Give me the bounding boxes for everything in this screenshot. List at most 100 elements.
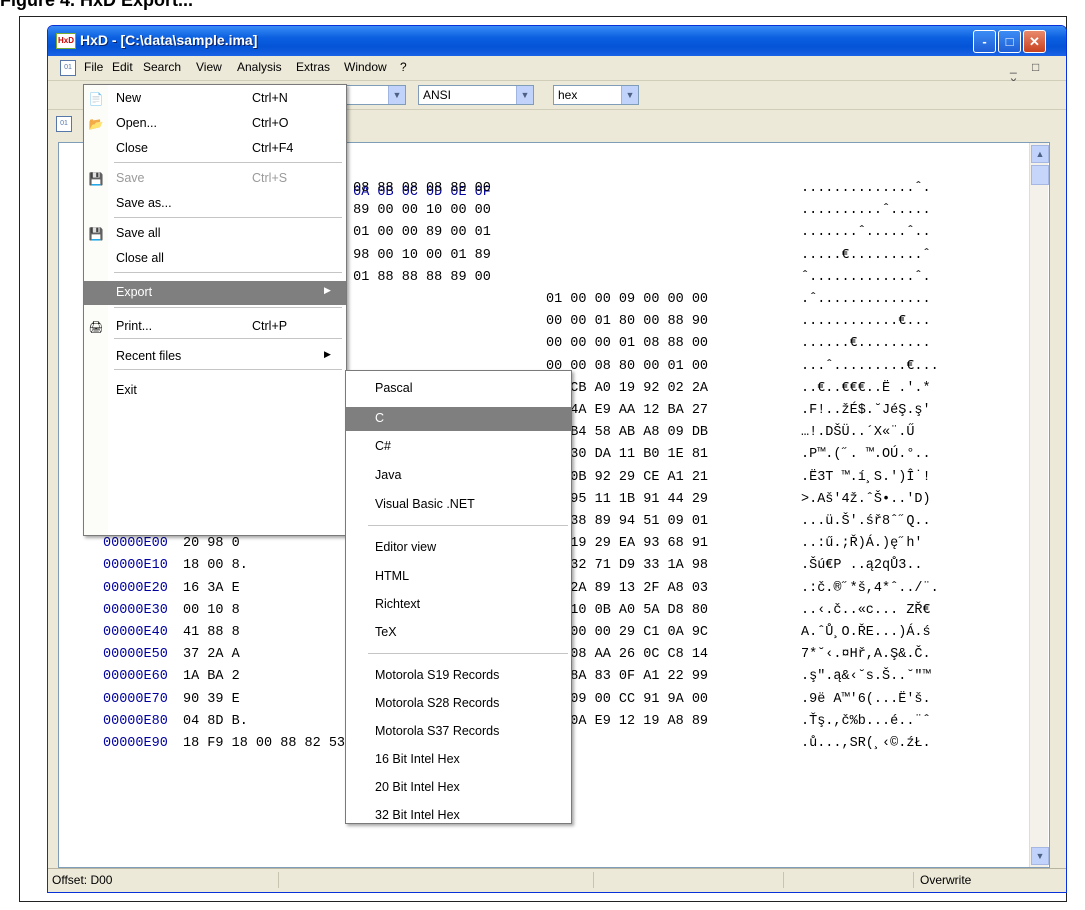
row-ascii[interactable]: 7*˘‹.¤Hř,A.Ş&.Č. <box>801 647 931 662</box>
file-menu-item-save-all[interactable]: 💾 Save all <box>84 222 346 246</box>
export-menu-item-richtext[interactable]: Richtext <box>346 593 571 617</box>
row-ascii[interactable]: .F!..žÉ$.˘JéŞ.ş' <box>801 403 931 418</box>
row-offset: 00000E00 <box>103 536 168 552</box>
scroll-up-icon[interactable]: ▲ <box>1031 145 1049 163</box>
charset-select[interactable]: ANSI ▼ <box>418 85 534 105</box>
submenu-arrow-icon: ▶ <box>324 349 331 359</box>
menu-view[interactable]: View <box>196 60 222 74</box>
file-menu-item-print[interactable]: 🖨 Print... Ctrl+P <box>84 315 346 339</box>
row-hex-bytes-right[interactable]: 00 00 00 01 08 88 00 <box>546 336 708 351</box>
menu-edit[interactable]: Edit <box>112 60 133 74</box>
file-menu-item-close-all[interactable]: Close all <box>84 247 346 271</box>
row-ascii[interactable]: ...ˆ.........€... <box>801 359 939 374</box>
menu-separator <box>114 338 342 339</box>
row-hex-bytes[interactable]: 20 98 0 <box>183 536 240 551</box>
row-hex-bytes[interactable]: 1A BA 2 <box>183 669 240 684</box>
row-hex-bytes[interactable]: 18 00 8. <box>183 558 248 573</box>
row-ascii[interactable]: A.ˆŮ¸O.ŘE...)Á.ś <box>801 625 931 640</box>
menu-file[interactable]: File <box>84 60 103 74</box>
menu-item-label: Save <box>116 171 145 185</box>
title-bar[interactable]: HxD HxD - [C:\data\sample.ima] - □ ✕ <box>48 26 1066 56</box>
row-ascii[interactable]: ...ü.Š'.śř8ˆ˝Q.. <box>801 514 931 529</box>
row-hex-bytes-right[interactable]: 00 00 01 80 00 88 90 <box>546 314 708 329</box>
row-hex-bytes[interactable]: 16 3A E <box>183 581 240 596</box>
vertical-scrollbar[interactable]: ▲ ▼ <box>1029 143 1049 867</box>
export-menu-item-pascal[interactable]: Pascal <box>346 377 571 401</box>
row-ascii[interactable]: ..............ˆ. <box>801 181 931 196</box>
export-menu-item-16-bit-intel-hex[interactable]: 16 Bit Intel Hex <box>346 748 571 772</box>
offset-base-select[interactable]: hex ▼ <box>553 85 639 105</box>
row-ascii[interactable]: .....€.........ˆ <box>801 248 931 263</box>
menu-item-icon <box>88 196 104 212</box>
row-ascii[interactable]: .P™.(˝. ™.OÚ.°.. <box>801 447 931 462</box>
export-menu-item-tex[interactable]: TeX <box>346 621 571 645</box>
row-ascii[interactable]: .ˆ.............. <box>801 292 931 307</box>
menu-item-label: HTML <box>375 569 410 583</box>
menu-item-icon: 📂 <box>88 117 104 131</box>
menu-search[interactable]: Search <box>143 60 181 74</box>
offset-base-value: hex <box>558 88 578 102</box>
row-ascii[interactable]: .ş".ą&‹˘s.Š..˘"™ <box>801 669 931 684</box>
export-menu-item-html[interactable]: HTML <box>346 565 571 589</box>
menu-help[interactable]: ? <box>400 60 407 74</box>
export-menu-item-c[interactable]: C <box>346 407 571 431</box>
row-ascii[interactable]: ..‹.č..«c... ZŘ€ <box>801 603 931 618</box>
menu-window[interactable]: Window <box>344 60 387 74</box>
file-menu-item-open[interactable]: 📂 Open... Ctrl+O <box>84 112 346 136</box>
row-ascii[interactable]: …!.DŠÜ..´X«¨.Ű <box>801 425 914 440</box>
row-ascii[interactable]: .Ë3T ™.í¸S.')Î˙! <box>801 470 931 485</box>
row-hex-bytes[interactable]: 37 2A A <box>183 647 240 662</box>
menu-item-icon: 📄 <box>88 92 104 106</box>
submenu-arrow-icon: ▶ <box>324 285 331 295</box>
export-menu-item-motorola-s28-records[interactable]: Motorola S28 Records <box>346 692 571 716</box>
export-menu-item-editor-view[interactable]: Editor view <box>346 536 571 560</box>
document-tab-icon[interactable]: 01 <box>56 116 72 132</box>
row-hex-bytes[interactable]: 90 39 E <box>183 692 240 707</box>
menu-extras[interactable]: Extras <box>296 60 330 74</box>
scroll-thumb[interactable] <box>1031 165 1049 185</box>
chevron-down-icon[interactable]: ▼ <box>516 86 533 104</box>
export-menu-item-32-bit-intel-hex[interactable]: 32 Bit Intel Hex <box>346 804 571 828</box>
row-ascii[interactable]: ..€..€€€..Ë .'.* <box>801 381 931 396</box>
row-ascii[interactable]: ..........ˆ..... <box>801 203 931 218</box>
minimize-button[interactable]: - <box>973 30 996 53</box>
row-hex-bytes[interactable]: 41 88 8 <box>183 625 240 640</box>
row-hex-bytes-right[interactable]: 01 00 00 09 00 00 00 <box>546 292 708 307</box>
row-ascii[interactable]: .Ťş.,č%b...é..¨ˆ <box>801 714 931 729</box>
file-menu-item-save-as[interactable]: Save as... <box>84 192 346 216</box>
export-menu-item-visual-basic-net[interactable]: Visual Basic .NET <box>346 493 571 517</box>
row-offset: 00000E10 <box>103 558 168 574</box>
file-menu-item-close[interactable]: Close Ctrl+F4 <box>84 137 346 161</box>
file-menu-item-new[interactable]: 📄 New Ctrl+N <box>84 87 346 111</box>
export-menu-item-java[interactable]: Java <box>346 464 571 488</box>
chevron-down-icon[interactable]: ▼ <box>388 86 405 104</box>
file-menu-item-export[interactable]: Export ▶ <box>84 281 346 305</box>
file-menu-item-exit[interactable]: Exit <box>84 379 346 403</box>
row-ascii[interactable]: .......ˆ.....ˆ.. <box>801 225 931 240</box>
export-menu-item-motorola-s19-records[interactable]: Motorola S19 Records <box>346 664 571 688</box>
row-ascii[interactable]: .Šú€P ..ą2qŮ3.. <box>801 558 923 573</box>
scroll-down-icon[interactable]: ▼ <box>1031 847 1049 865</box>
file-menu-item-recent-files[interactable]: Recent files ▶ <box>84 345 346 369</box>
row-ascii[interactable]: ˆ.............ˆ. <box>801 270 931 285</box>
row-ascii[interactable]: ............€... <box>801 314 931 329</box>
row-ascii[interactable]: .:č.®˝*š,4*ˆ../¨. <box>801 581 939 596</box>
row-ascii[interactable]: ......€......... <box>801 336 931 351</box>
menu-item-label: Pascal <box>375 381 413 395</box>
export-menu-item-csharp[interactable]: C# <box>346 435 571 459</box>
export-submenu: Pascal C C# Java Visual Basic .NET Editor vie… <box>345 370 572 824</box>
row-ascii[interactable]: ..:ű.;Ř)Á.)ę˝h' <box>801 536 923 551</box>
export-menu-item-20-bit-intel-hex[interactable]: 20 Bit Intel Hex <box>346 776 571 800</box>
row-hex-bytes[interactable]: 00 10 8 <box>183 603 240 618</box>
row-hex-bytes[interactable]: 04 8D B. <box>183 714 248 729</box>
export-menu-item-motorola-s37-records[interactable]: Motorola S37 Records <box>346 720 571 744</box>
document-icon[interactable]: 01 <box>60 60 76 76</box>
row-ascii[interactable]: >.Aš'4ž.ˆŠ•..'D) <box>801 492 931 507</box>
chevron-down-icon[interactable]: ▼ <box>621 86 638 104</box>
close-button[interactable]: ✕ <box>1023 30 1046 53</box>
row-ascii[interactable]: .9ë A™'6(...Ë'š. <box>801 692 931 707</box>
maximize-button[interactable]: □ <box>998 30 1021 53</box>
menu-item-icon <box>88 141 104 157</box>
row-ascii[interactable]: .ů...,SR(¸‹©.źŁ. <box>801 736 931 751</box>
menu-analysis[interactable]: Analysis <box>237 60 282 74</box>
